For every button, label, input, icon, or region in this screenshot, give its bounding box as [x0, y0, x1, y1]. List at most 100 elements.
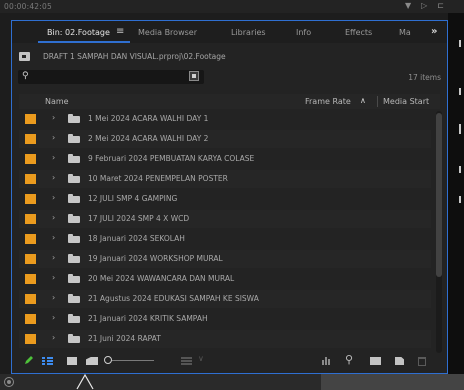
play-icon[interactable]: ▷	[421, 1, 427, 10]
sort-ascending-icon[interactable]: ∧	[360, 96, 366, 105]
list-item[interactable]: › 21 Juni 2024 RAPAT	[19, 330, 431, 348]
list-item[interactable]: › 10 Maret 2024 PENEMPELAN POSTER	[19, 170, 431, 188]
bin-path: DRAFT 1 SAMPAH DAN VISUAL.prproj\02.Foot…	[12, 50, 447, 64]
project-panel: Bin: 02.Footage ≡ Media Browser Librarie…	[11, 20, 448, 374]
sort-icons-icon[interactable]	[181, 357, 192, 365]
top-icons: ▼ ▷ ⊏	[405, 1, 444, 10]
status-icon[interactable]	[4, 377, 14, 387]
expand-chevron-icon[interactable]: ›	[52, 193, 55, 202]
bin-up-icon[interactable]	[19, 52, 30, 61]
tab-libraries[interactable]: Libraries	[231, 28, 266, 37]
expand-chevron-icon[interactable]: ›	[52, 233, 55, 242]
tab-info[interactable]: Info	[296, 28, 311, 37]
list-item-label: 2 Mei 2024 ACARA WALHI DAY 2	[88, 134, 209, 143]
list-item[interactable]: › 21 Januari 2024 KRITIK SAMPAH	[19, 310, 431, 328]
label-color-swatch[interactable]	[25, 254, 36, 264]
folder-icon	[68, 314, 80, 323]
label-color-swatch[interactable]	[25, 314, 36, 324]
list-view-icon[interactable]	[42, 357, 53, 365]
column-divider[interactable]	[377, 96, 378, 107]
search-field[interactable]: ⚲	[18, 70, 204, 84]
tab-media-browser[interactable]: Media Browser	[138, 28, 197, 37]
expand-chevron-icon[interactable]: ›	[52, 213, 55, 222]
panel-menu-icon[interactable]: ≡	[116, 26, 124, 37]
list-item[interactable]: › 9 Februari 2024 PEMBUATAN KARYA COLASE	[19, 150, 431, 168]
list-item-label: 9 Februari 2024 PEMBUATAN KARYA COLASE	[88, 154, 255, 163]
label-color-swatch[interactable]	[25, 294, 36, 304]
list-item[interactable]: › 19 Januari 2024 WORKSHOP MURAL	[19, 250, 431, 268]
folder-icon	[68, 274, 80, 283]
bottom-status-segment	[321, 374, 464, 390]
icon-view-icon[interactable]	[67, 357, 77, 365]
column-name[interactable]: Name	[45, 97, 69, 106]
list-item[interactable]: › 1 Mei 2024 ACARA WALHI DAY 1	[19, 110, 431, 128]
scrollbar-thumb[interactable]	[436, 113, 442, 277]
list-item-label: 10 Maret 2024 PENEMPELAN POSTER	[88, 174, 228, 183]
chevron-down-icon[interactable]: ∨	[198, 354, 204, 363]
more-tabs-icon[interactable]: »	[431, 26, 437, 37]
list-item-label: 20 Mei 2024 WAWANCARA DAN MURAL	[88, 274, 235, 283]
list-item[interactable]: › 18 Januari 2024 SEKOLAH	[19, 230, 431, 248]
expand-chevron-icon[interactable]: ›	[52, 113, 55, 122]
tab-effects[interactable]: Effects	[345, 28, 372, 37]
list-item[interactable]: › 2 Mei 2024 ACARA WALHI DAY 2	[19, 130, 431, 148]
label-color-swatch[interactable]	[25, 154, 36, 164]
label-color-swatch[interactable]	[25, 234, 36, 244]
tab-markers[interactable]: Ma	[399, 28, 411, 37]
column-frame-rate[interactable]: Frame Rate	[305, 97, 351, 106]
list-item-label: 1 Mei 2024 ACARA WALHI DAY 1	[88, 114, 209, 123]
list-item[interactable]: › 17 JULI 2024 SMP 4 X WCD	[19, 210, 431, 228]
top-bar: 00:00:42:05 ▼ ▷ ⊏	[0, 0, 464, 13]
expand-chevron-icon[interactable]: ›	[52, 133, 55, 142]
pencil-icon[interactable]	[24, 355, 34, 365]
label-color-swatch[interactable]	[25, 274, 36, 284]
expand-chevron-icon[interactable]: ›	[52, 173, 55, 182]
column-header: Name Frame Rate ∧ Media Start	[19, 94, 440, 109]
active-tab-indicator	[38, 41, 130, 43]
zoom-slider-handle[interactable]	[104, 356, 112, 364]
folder-icon	[68, 154, 80, 163]
folder-icon	[68, 114, 80, 123]
folder-icon	[68, 254, 80, 263]
folder-icon	[68, 334, 80, 343]
trash-icon[interactable]	[418, 357, 426, 366]
timecode: 00:00:42:05	[4, 2, 52, 11]
filter-icon[interactable]: ▼	[405, 1, 411, 10]
list-item[interactable]: › 12 JULI SMP 4 GAMPING	[19, 190, 431, 208]
label-color-swatch[interactable]	[25, 174, 36, 184]
folder-icon	[68, 214, 80, 223]
expand-chevron-icon[interactable]: ›	[52, 153, 55, 162]
automate-to-sequence-icon[interactable]	[322, 357, 332, 365]
expand-chevron-icon[interactable]: ›	[52, 253, 55, 262]
new-item-icon[interactable]	[395, 357, 404, 365]
expand-chevron-icon[interactable]: ›	[52, 293, 55, 302]
expand-chevron-icon[interactable]: ›	[52, 313, 55, 322]
list-item-label: 19 Januari 2024 WORKSHOP MURAL	[88, 254, 223, 263]
adjacent-panel-edge	[448, 13, 464, 390]
create-bin-from-search-icon[interactable]	[189, 71, 199, 81]
label-color-swatch[interactable]	[25, 134, 36, 144]
tab-bin-footage[interactable]: Bin: 02.Footage	[47, 28, 110, 37]
list-item[interactable]: › 20 Mei 2024 WAWANCARA DAN MURAL	[19, 270, 431, 288]
label-color-swatch[interactable]	[25, 334, 36, 344]
mouse-cursor-icon	[76, 374, 94, 390]
column-media-start[interactable]: Media Start	[383, 97, 429, 106]
bottom-toolbar: ∨ ⚲	[12, 349, 447, 373]
zoom-slider-track[interactable]	[112, 360, 154, 361]
freeform-view-icon[interactable]	[86, 357, 98, 365]
label-color-swatch[interactable]	[25, 194, 36, 204]
item-count: 17 items	[408, 73, 441, 82]
list-item-label: 18 Januari 2024 SEKOLAH	[88, 234, 185, 243]
list-item-label: 21 Agustus 2024 EDUKASI SAMPAH KE SISWA	[88, 294, 259, 303]
edge-marker	[459, 88, 461, 95]
edge-marker	[459, 124, 461, 134]
label-color-swatch[interactable]	[25, 114, 36, 124]
list-item[interactable]: › 21 Agustus 2024 EDUKASI SAMPAH KE SISWA	[19, 290, 431, 308]
label-color-swatch[interactable]	[25, 214, 36, 224]
expand-chevron-icon[interactable]: ›	[52, 333, 55, 342]
edge-marker	[459, 40, 461, 47]
new-bin-icon[interactable]	[370, 357, 381, 365]
expand-chevron-icon[interactable]: ›	[52, 273, 55, 282]
export-icon[interactable]: ⊏	[437, 1, 444, 10]
find-icon[interactable]: ⚲	[345, 353, 353, 366]
